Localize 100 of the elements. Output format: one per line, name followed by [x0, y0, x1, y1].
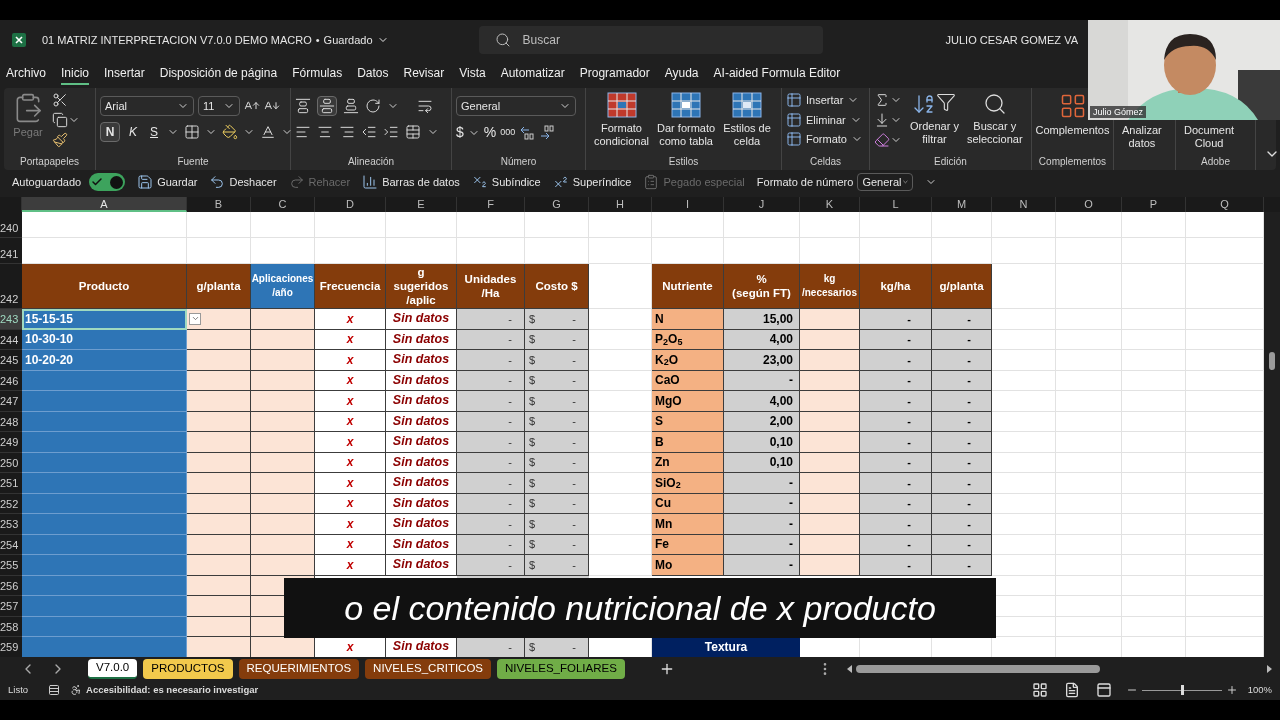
- table-cell-text: -: [572, 496, 577, 511]
- separator-dot: •: [315, 32, 320, 48]
- sort-filter-button[interactable]: Ordenar y filtrar: [906, 92, 963, 146]
- menu-tab[interactable]: Datos: [357, 63, 389, 85]
- menu-tab[interactable]: Disposición de página: [159, 63, 278, 85]
- toolbar-button[interactable]: Barras de datos: [362, 173, 460, 191]
- row-number[interactable]: 241: [0, 238, 22, 264]
- sheet-tab[interactable]: REQUERIMIENTOS: [238, 658, 360, 679]
- row-number[interactable]: 244: [0, 329, 22, 350]
- table-cell: Sin datos: [386, 370, 457, 391]
- menu-tab[interactable]: Automatizar: [500, 63, 565, 85]
- menu-tab[interactable]: AI-aided Formula Editor: [713, 63, 841, 85]
- row-number[interactable]: 258: [0, 616, 22, 637]
- row-number[interactable]: 251: [0, 473, 22, 494]
- table-cell: Textura: [652, 637, 800, 657]
- toolbar-button[interactable]: Deshacer: [209, 173, 277, 191]
- sheet-tab[interactable]: NIVELES_CRITICOS: [365, 658, 492, 679]
- currency-sign: $: [529, 455, 536, 470]
- toolbar-button[interactable]: Guardar: [137, 173, 198, 191]
- table-cell: 0,10: [724, 452, 800, 473]
- menu-tab[interactable]: Ayuda: [664, 63, 699, 85]
- analyze-data-button[interactable]: Analizar datos: [1118, 124, 1166, 150]
- row-number[interactable]: 256: [0, 575, 22, 596]
- zoom-level[interactable]: 100%: [1247, 682, 1272, 698]
- sheet-tab[interactable]: NIVELES_FOLIARES: [497, 658, 625, 679]
- table-cell: 2,00: [724, 411, 800, 432]
- row-number[interactable]: 243: [0, 309, 22, 330]
- table-cell: -: [457, 493, 525, 514]
- table-cell: Fe: [652, 534, 724, 555]
- row-number[interactable]: 259: [0, 637, 22, 657]
- save-status-button[interactable]: Guardado: [323, 31, 389, 49]
- currency-button[interactable]: $: [456, 122, 464, 143]
- row-number[interactable]: 240: [0, 212, 22, 238]
- column-header[interactable]: A: [22, 197, 187, 212]
- toolbar-button[interactable]: Subíndice: [471, 173, 541, 191]
- menu-tab[interactable]: Inicio: [61, 63, 90, 85]
- table-cell: -: [932, 370, 992, 391]
- row-number[interactable]: 245: [0, 350, 22, 371]
- row-number[interactable]: 249: [0, 432, 22, 453]
- row-number[interactable]: 257: [0, 596, 22, 617]
- table-cell: x: [315, 309, 386, 330]
- menu-tab[interactable]: Revisar: [403, 63, 445, 85]
- currency-sign: $: [529, 516, 536, 532]
- row-number[interactable]: 254: [0, 534, 22, 555]
- sheet-tab[interactable]: V7.0.0: [88, 658, 138, 679]
- row-number[interactable]: 246: [0, 370, 22, 391]
- status-text: Listo: [8, 682, 29, 697]
- menu-tab[interactable]: Programador: [579, 63, 650, 85]
- table-cell-text: -: [572, 332, 577, 347]
- table-cell: -: [457, 370, 525, 391]
- bold-button[interactable]: N: [100, 122, 120, 142]
- number-format-select[interactable]: General: [456, 96, 576, 116]
- cells-button[interactable]: Eliminar: [786, 111, 863, 128]
- table-cell: x: [315, 514, 386, 535]
- menu-tab[interactable]: Vista: [459, 63, 486, 85]
- table-cell: -: [860, 411, 932, 432]
- accessibility-status[interactable]: Accesibilidad: es necesario investigar: [86, 682, 259, 698]
- style-button[interactable]: Dar formato como tabla: [653, 92, 720, 148]
- table-cell: S: [652, 411, 724, 432]
- style-button[interactable]: Formato condicional: [590, 92, 654, 148]
- row-number[interactable]: 242: [0, 264, 22, 309]
- row-number[interactable]: 255: [0, 555, 22, 576]
- table-cell: -: [932, 534, 992, 555]
- table-cell: MgO: [652, 391, 724, 412]
- table-header-cell: Frecuencia: [315, 264, 386, 309]
- table-cell-text: -: [572, 434, 577, 450]
- menu-tab[interactable]: Fórmulas: [292, 63, 343, 85]
- autosave-label: Autoguardado: [12, 174, 82, 190]
- table-cell: 10-20-20: [22, 350, 187, 371]
- font-family-select[interactable]: Arial: [100, 96, 194, 116]
- menu-tab[interactable]: Archivo: [6, 63, 46, 85]
- row-number[interactable]: 248: [0, 411, 22, 432]
- table-cell: 0,10: [724, 432, 800, 453]
- sheet-tab[interactable]: PRODUCTOS: [143, 658, 233, 679]
- currency-sign: $: [529, 537, 536, 552]
- style-button[interactable]: Estilos de celda: [719, 92, 775, 148]
- percent-button[interactable]: %: [483, 122, 497, 143]
- menu-tab[interactable]: Insertar: [104, 63, 145, 85]
- cells-button[interactable]: Insertar: [786, 92, 863, 109]
- table-cell: -: [932, 555, 992, 576]
- table-cell: N: [652, 309, 724, 330]
- table-cell: -: [457, 637, 525, 657]
- row-number[interactable]: 247: [0, 391, 22, 412]
- row-number[interactable]: 253: [0, 514, 22, 535]
- group-label: Celdas: [808, 155, 843, 169]
- find-select-button[interactable]: Buscar y seleccionar: [962, 92, 1027, 146]
- table-cell: -: [724, 514, 800, 535]
- addins-button[interactable]: Complementos: [1035, 124, 1110, 137]
- number-format-select[interactable]: General: [857, 173, 914, 191]
- cells-button[interactable]: Formato: [786, 131, 863, 148]
- font-size-select[interactable]: 11: [198, 96, 240, 116]
- row-number[interactable]: 252: [0, 493, 22, 514]
- toolbar-button[interactable]: Superíndice: [552, 173, 632, 191]
- row-number[interactable]: 250: [0, 452, 22, 473]
- table-cell-text: -: [572, 537, 577, 552]
- search-field[interactable]: Buscar: [478, 26, 823, 54]
- underline-button[interactable]: S: [146, 123, 163, 141]
- italic-button[interactable]: K: [125, 123, 141, 141]
- thousands-button[interactable]: 000: [500, 125, 516, 140]
- document-cloud-button[interactable]: Document Cloud: [1180, 124, 1239, 150]
